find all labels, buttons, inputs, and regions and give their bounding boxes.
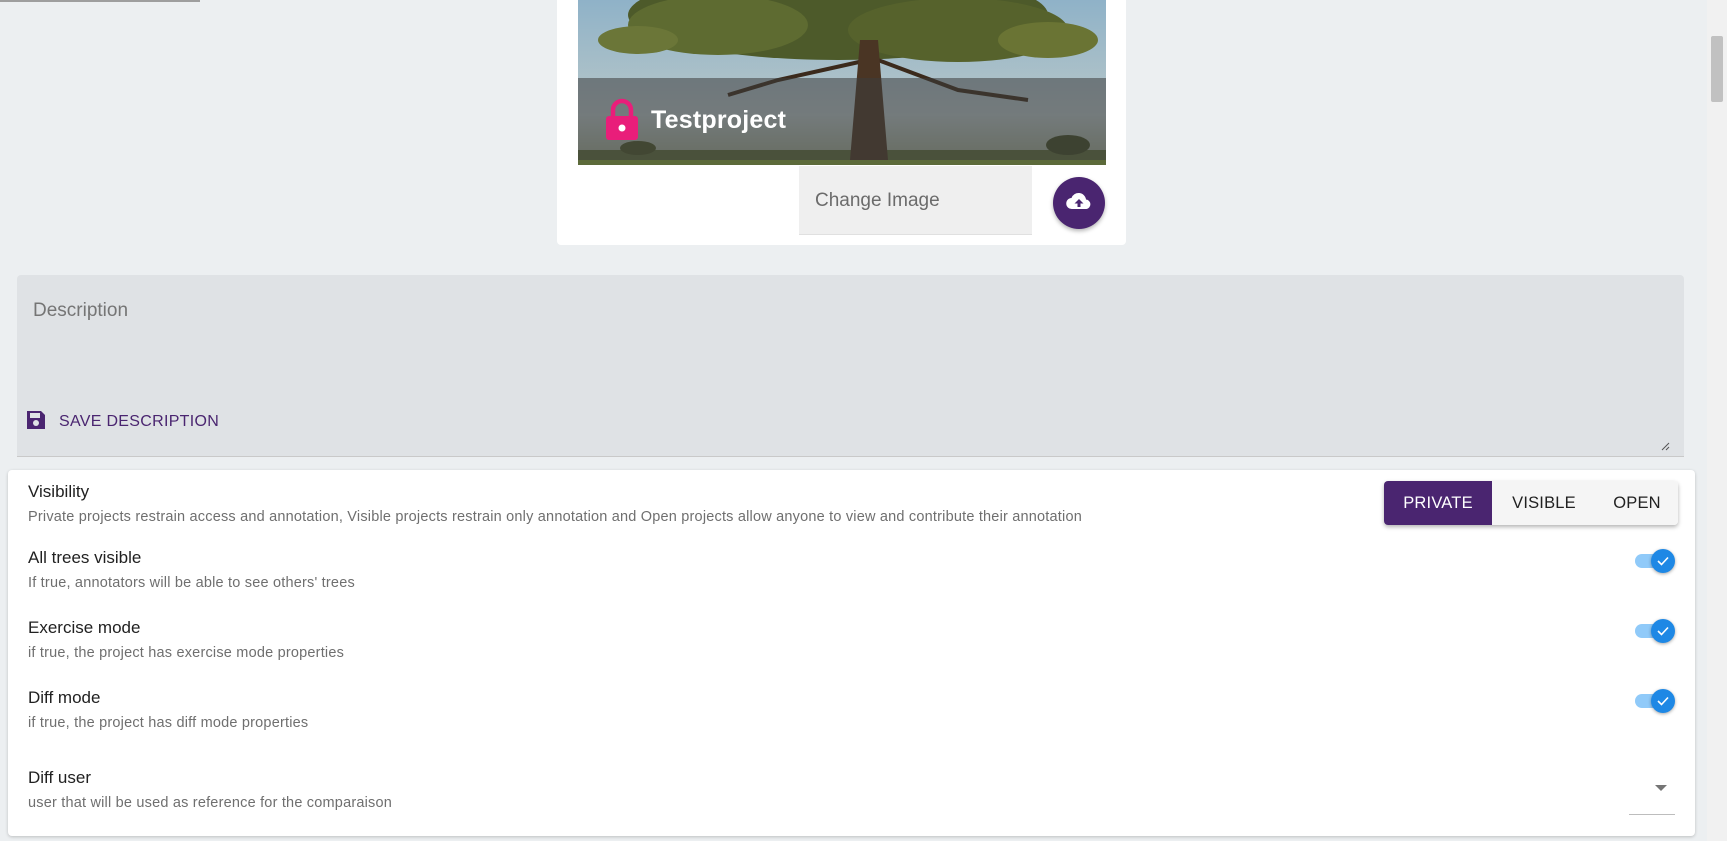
visibility-private-button[interactable]: PRIVATE	[1384, 481, 1492, 525]
diff-mode-title: Diff mode	[28, 688, 101, 707]
visibility-open-button[interactable]: OPEN	[1596, 481, 1678, 525]
diff-user-description: user that will be used as reference for …	[28, 795, 393, 811]
caret-down-icon	[1655, 785, 1667, 791]
diff-user-select[interactable]	[1653, 780, 1669, 791]
lock-icon	[604, 98, 640, 142]
check-icon	[1657, 626, 1669, 636]
description-label: Description	[33, 300, 129, 321]
diff-mode-description: if true, the project has diff mode prope…	[28, 715, 309, 731]
exercise-mode-switch[interactable]	[1631, 617, 1677, 645]
resize-handle-icon[interactable]	[1660, 438, 1670, 451]
exercise-mode-title: Exercise mode	[28, 618, 141, 637]
diff-user-title: Diff user	[28, 768, 91, 787]
image-title-overlay: Testproject	[578, 78, 1106, 160]
save-description-button[interactable]: SAVE DESCRIPTION	[25, 407, 219, 437]
project-image-card: Testproject Change Image	[557, 0, 1126, 245]
check-icon	[1657, 696, 1669, 706]
save-description-label: SAVE DESCRIPTION	[59, 413, 220, 430]
diff-mode-switch[interactable]	[1631, 687, 1677, 715]
project-image: Testproject	[578, 0, 1106, 165]
exercise-mode-setting: Exercise mode if true, the project has e…	[28, 618, 1685, 661]
scrollbar-thumb[interactable]	[1711, 36, 1723, 102]
upload-image-button[interactable]	[1053, 177, 1105, 229]
all-trees-visible-switch[interactable]	[1631, 547, 1677, 575]
project-title: Testproject	[651, 106, 787, 134]
all-trees-visible-title: All trees visible	[28, 548, 142, 567]
project-settings-panel: Visibility Private projects restrain acc…	[8, 470, 1695, 836]
check-icon	[1657, 556, 1669, 566]
diff-mode-setting: Diff mode if true, the project has diff …	[28, 688, 1685, 731]
switch-thumb	[1651, 689, 1675, 713]
change-image-label: Change Image	[815, 190, 940, 211]
visibility-setting: Visibility Private projects restrain acc…	[28, 481, 1685, 525]
floppy-disk-icon	[25, 409, 47, 436]
page-scrollbar[interactable]	[1707, 0, 1727, 841]
change-image-field[interactable]: Change Image	[799, 166, 1032, 235]
cloud-upload-icon	[1066, 191, 1092, 216]
diff-user-setting: Diff user user that will be used as refe…	[28, 768, 1685, 815]
visibility-toggle-group: PRIVATE VISIBLE OPEN	[1384, 481, 1678, 525]
diff-user-select-underline	[1629, 814, 1675, 815]
all-trees-visible-description: If true, annotators will be able to see …	[28, 575, 355, 591]
switch-thumb	[1651, 549, 1675, 573]
exercise-mode-description: if true, the project has exercise mode p…	[28, 645, 345, 661]
all-trees-visible-setting: All trees visible If true, annotators wi…	[28, 548, 1685, 591]
description-textarea[interactable]: Description SAVE DESCRIPTION	[17, 275, 1684, 457]
switch-thumb	[1651, 619, 1675, 643]
visibility-visible-button[interactable]: VISIBLE	[1492, 481, 1596, 525]
top-clipped-content	[0, 0, 200, 2]
